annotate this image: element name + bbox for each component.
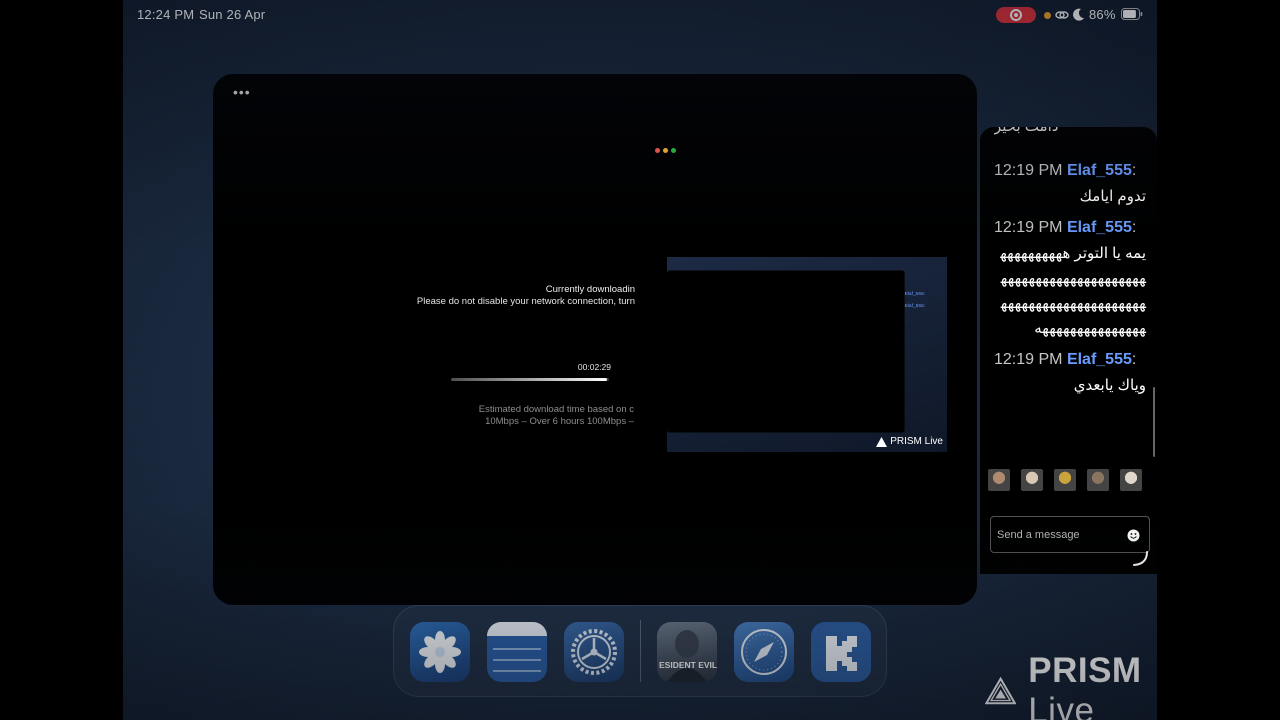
status-date: Sun 26 Apr [199,7,266,22]
preview-chat-user: Elaf_555: [904,302,926,309]
chat-message-text: وياك يابعدي [1073,377,1146,394]
chat-username[interactable]: Elaf_555 [1067,162,1132,179]
viewer-avatars [988,469,1142,491]
kick-icon [826,636,857,671]
chat-timestamp: 12:19 PM [994,351,1063,368]
speed-estimates: 10Mbps – Over 6 hours 100Mbps – [485,416,634,427]
loading-dot-green [671,148,676,153]
notes-icon [487,622,547,672]
loading-dot-red [655,148,660,153]
chat-username[interactable]: Elaf_555 [1067,351,1132,368]
prism-logo-icon [876,436,888,447]
chat-message-text: يمه يا التوتر هههههههههههههههههههههههههه… [1000,245,1146,337]
viewer-avatar-3[interactable] [1054,469,1076,491]
chat-timestamp: 12:19 PM [994,219,1063,236]
orange-dot-indicator [1044,12,1051,19]
chat-message: 12:19 PM Elaf_555: يمه يا التوتر هههههههه… [994,215,1146,341]
dock-app-photos[interactable] [410,622,470,682]
chat-scrollbar[interactable] [1153,387,1155,457]
preview-screen: Elaf_555: Elaf_555: [667,257,946,451]
watermark-brand: PRISM [1028,651,1142,690]
re4-label: ESIDENT EVIL 4 [659,660,717,670]
dock-app-safari[interactable] [734,622,794,682]
download-title: Currently downloadin [545,284,635,295]
viewer-avatar-5[interactable] [1120,469,1142,491]
send-message-field[interactable] [990,516,1150,553]
chat-message-header: 12:19 PM Elaf_555: [994,351,1137,368]
loading-dot-yellow [663,148,668,153]
download-timer: 00:02:29 [577,362,611,372]
prism-live-watermark: PRISM Live [985,651,1157,720]
estimate-label: Estimated download time based on c [478,404,634,415]
preview-chat: Elaf_555: Elaf_555: [905,289,946,440]
preview-window [667,270,905,433]
preview-logo-text: PRISM Live [890,436,943,447]
window-menu-dots[interactable]: ••• [233,84,251,100]
chat-message-header: 12:19 PM Elaf_555: [994,162,1137,179]
chat-messages[interactable]: 12:19 PM Elaf_555: تدوم ايامك 12:19 PM Ela… [994,158,1146,404]
chat-username[interactable]: Elaf_555 [1067,219,1132,236]
watermark-suffix: Live [1028,691,1095,720]
download-warning: Please do not disable your network conne… [416,296,635,307]
chat-message: 12:19 PM Elaf_555: تدوم ايامك [994,158,1146,209]
watermark-text: PRISM Live [1028,651,1157,720]
link-icon [1055,11,1069,19]
dock-app-kick[interactable] [811,622,871,682]
status-time: 12:24 PM [137,7,195,22]
resident-evil-4-icon [667,630,707,682]
safari-icon [741,629,787,675]
dock-app-notes[interactable] [487,622,547,682]
photos-icon [419,631,461,673]
chat-message-fragment: دامت بخير [994,127,1146,137]
dock-app-settings[interactable] [564,622,624,682]
emoji-icon[interactable] [1127,529,1140,542]
viewer-avatar-2[interactable] [1021,469,1043,491]
battery-icon [1121,8,1143,20]
battery-percent: 86% [1089,7,1116,22]
viewer-avatar-4[interactable] [1087,469,1109,491]
chat-panel: دامت بخير 12:19 PM Elaf_555:تدوم ايامك12… [980,127,1157,574]
chat-message-text: تدوم ايامك [1079,188,1146,205]
prism-logo-icon [985,676,1017,705]
dock: ESIDENT EVIL 4 [393,605,887,697]
chat-message-header: 12:19 PM Elaf_555: [994,219,1137,236]
dock-separator [640,620,641,682]
preview-chat-user: Elaf_555: [904,290,926,296]
stream-preview[interactable]: Elaf_555: Elaf_555: PRISM Live [667,257,947,452]
loading-dots [655,148,679,154]
download-progress-bar [451,378,609,381]
chat-message: 12:19 PM Elaf_555: وياك يابعدي [994,347,1146,398]
preview-prism-logo: PRISM Live [876,436,943,447]
moon-icon [1073,8,1084,21]
settings-icon [571,629,617,675]
resize-handle-icon[interactable] [1132,550,1150,568]
chat-timestamp: 12:19 PM [994,162,1063,179]
screen-record-icon[interactable] [996,7,1036,23]
ipad-screen: 12:24 PM Sun 26 Apr 86% ••• Currently do… [123,0,1157,720]
download-progress-fill [451,378,608,381]
dock-app-resident-evil-4[interactable]: ESIDENT EVIL 4 [657,622,717,682]
viewer-avatar-1[interactable] [988,469,1010,491]
message-input[interactable] [997,526,1121,544]
